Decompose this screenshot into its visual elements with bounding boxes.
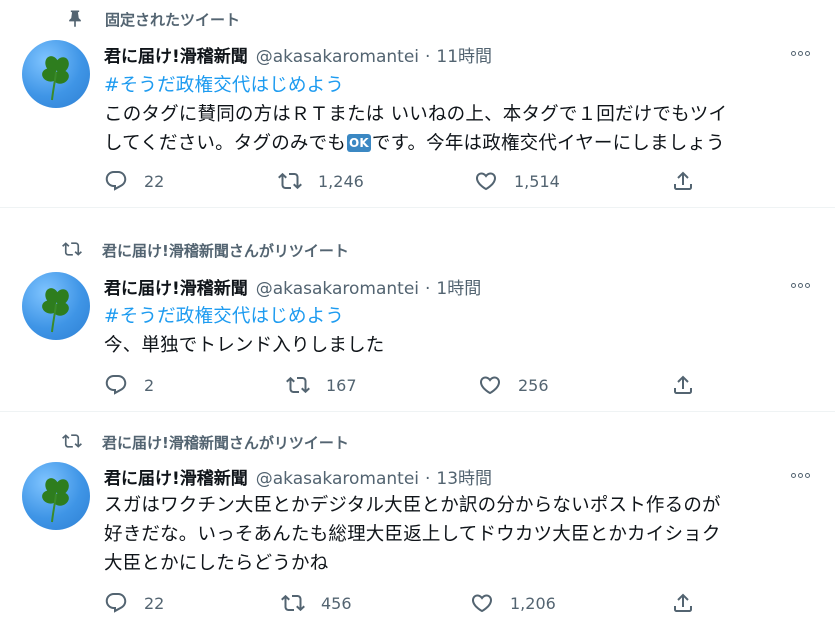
like-count: 1,514: [514, 171, 560, 191]
share-icon: [671, 591, 695, 615]
like-count: 1,206: [510, 593, 556, 613]
reply-count: 22: [144, 593, 165, 613]
separator-dot: ·: [425, 469, 431, 489]
author-name[interactable]: 君に届け!滑稽新聞: [104, 42, 248, 67]
retweet-count: 167: [326, 375, 357, 395]
tweet-actions: 22 1,246 1,514: [104, 169, 704, 193]
separator-dot: ·: [425, 47, 431, 67]
retweet-button[interactable]: 167: [286, 373, 357, 397]
timestamp[interactable]: 11時間: [436, 42, 492, 67]
reply-count: 2: [144, 375, 155, 395]
context-label[interactable]: 君に届け!滑稽新聞さんがリツイート: [102, 240, 349, 261]
author-name[interactable]: 君に届け!滑稽新聞: [104, 464, 248, 489]
tweet[interactable]: 固定されたツイート 君に届け!滑稽新聞 @akasakaromantei · 1…: [0, 0, 835, 207]
reply-icon: [104, 591, 128, 615]
share-icon: [671, 169, 695, 193]
tweet-line: このタグに賛同の方はＲＴまたは いいねの上、本タグで１回だけでもツイ: [104, 104, 728, 125]
pin-icon: [65, 8, 85, 28]
reply-button[interactable]: 2: [104, 373, 154, 397]
share-button[interactable]: [671, 373, 695, 401]
heart-icon: [470, 591, 494, 615]
clover-avatar-image: [22, 462, 90, 530]
timestamp[interactable]: 13時間: [436, 464, 492, 489]
tweet-text: スガはワクチン大臣とかデジタル大臣とか訳の分からないポスト作るのが 好きだな。い…: [104, 491, 816, 578]
retweet-context: 君に届け!滑稽新聞さんがリツイート: [62, 239, 349, 260]
timestamp[interactable]: 1時間: [436, 274, 481, 299]
retweet-count: 1,246: [318, 171, 364, 191]
retweet-count: 456: [321, 593, 352, 613]
context-label: 固定されたツイート: [105, 11, 241, 29]
share-button[interactable]: [671, 591, 695, 619]
separator-dot: ·: [425, 279, 431, 299]
tweet[interactable]: 君に届け!滑稽新聞さんがリツイート 君に届け!滑稽新聞 @akasakaroma…: [0, 412, 835, 629]
tweet[interactable]: 君に届け!滑稽新聞さんがリツイート 君に届け!滑稽新聞 @akasakaroma…: [0, 208, 835, 411]
avatar[interactable]: [22, 462, 90, 530]
tweet-line: 大臣とかにしたらどうかね: [104, 553, 329, 574]
avatar[interactable]: [22, 272, 90, 340]
retweet-icon: [281, 591, 305, 615]
retweet-button[interactable]: 1,246: [278, 169, 364, 193]
reply-button[interactable]: 22: [104, 591, 164, 615]
tweet-line: スガはワクチン大臣とかデジタル大臣とか訳の分からないポスト作るのが: [104, 495, 721, 516]
share-icon: [671, 373, 695, 397]
heart-icon: [478, 373, 502, 397]
like-count: 256: [518, 375, 549, 395]
clover-avatar-image: [22, 40, 90, 108]
tweet-text: #そうだ政権交代はじめよう 今、単独でトレンド入りしました: [104, 302, 816, 360]
tweet-line: 好きだな。いっそあんたも総理大臣返上してドウカツ大臣とかカイショク: [104, 524, 721, 545]
clover-avatar-image: [22, 272, 90, 340]
ok-emoji-icon: OK: [347, 134, 371, 152]
heart-icon: [474, 169, 498, 193]
like-button[interactable]: 1,514: [474, 169, 560, 193]
reply-count: 22: [144, 171, 165, 191]
tweet-actions: 2 167 256: [104, 373, 704, 397]
share-button[interactable]: [671, 169, 695, 197]
like-button[interactable]: 256: [478, 373, 549, 397]
reply-icon: [104, 169, 128, 193]
retweet-icon: [62, 431, 82, 451]
retweet-context: 君に届け!滑稽新聞さんがリツイート: [62, 431, 349, 452]
pinned-context: 固定されたツイート: [65, 8, 240, 29]
tweet-actions: 22 456 1,206: [104, 591, 704, 615]
retweet-button[interactable]: 456: [281, 591, 352, 615]
more-icon[interactable]: [787, 465, 813, 485]
author-name[interactable]: 君に届け!滑稽新聞: [104, 274, 248, 299]
author-handle[interactable]: @akasakaromantei: [256, 279, 419, 299]
author-handle[interactable]: @akasakaromantei: [256, 47, 419, 67]
retweet-icon: [286, 373, 310, 397]
reply-button[interactable]: 22: [104, 169, 164, 193]
hashtag-link[interactable]: #そうだ政権交代はじめよう: [104, 71, 816, 100]
context-label[interactable]: 君に届け!滑稽新聞さんがリツイート: [102, 432, 349, 453]
tweet-text: #そうだ政権交代はじめよう このタグに賛同の方はＲＴまたは いいねの上、本タグで…: [104, 71, 816, 158]
hashtag-link[interactable]: #そうだ政権交代はじめよう: [104, 302, 816, 331]
reply-icon: [104, 373, 128, 397]
tweet-line: 今、単独でトレンド入りしました: [104, 335, 385, 356]
tweet-line: してください。タグのみでも OK です。今年は政権交代イヤーにしましょう: [104, 133, 725, 154]
retweet-icon: [62, 239, 82, 259]
author-handle[interactable]: @akasakaromantei: [256, 469, 419, 489]
retweet-icon: [278, 169, 302, 193]
like-button[interactable]: 1,206: [470, 591, 556, 615]
avatar[interactable]: [22, 40, 90, 108]
more-icon[interactable]: [787, 43, 813, 63]
more-icon[interactable]: [787, 275, 813, 295]
